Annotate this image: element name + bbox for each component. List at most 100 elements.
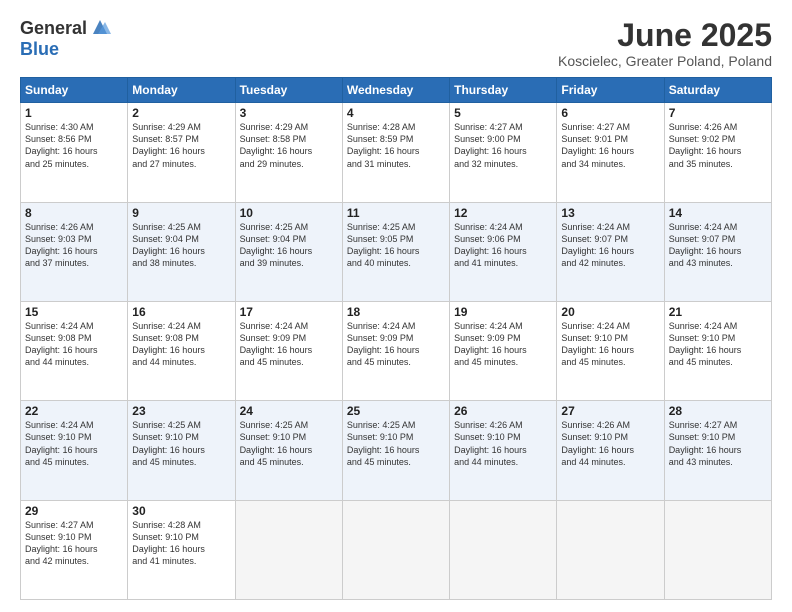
- day-info: Sunrise: 4:25 AM Sunset: 9:04 PM Dayligh…: [132, 221, 230, 270]
- table-row: 6Sunrise: 4:27 AM Sunset: 9:01 PM Daylig…: [557, 103, 664, 202]
- day-number: 5: [454, 106, 552, 120]
- col-thursday: Thursday: [450, 78, 557, 103]
- day-number: 28: [669, 404, 767, 418]
- table-row: 18Sunrise: 4:24 AM Sunset: 9:09 PM Dayli…: [342, 301, 449, 400]
- logo: General Blue: [20, 18, 111, 60]
- day-number: 16: [132, 305, 230, 319]
- location-text: Koscielec, Greater Poland, Poland: [558, 53, 772, 69]
- table-row: 8Sunrise: 4:26 AM Sunset: 9:03 PM Daylig…: [21, 202, 128, 301]
- calendar-week-row: 22Sunrise: 4:24 AM Sunset: 9:10 PM Dayli…: [21, 401, 772, 500]
- col-tuesday: Tuesday: [235, 78, 342, 103]
- day-info: Sunrise: 4:25 AM Sunset: 9:04 PM Dayligh…: [240, 221, 338, 270]
- page: General Blue June 2025 Koscielec, Greate…: [0, 0, 792, 612]
- table-row: 25Sunrise: 4:25 AM Sunset: 9:10 PM Dayli…: [342, 401, 449, 500]
- day-info: Sunrise: 4:25 AM Sunset: 9:10 PM Dayligh…: [240, 419, 338, 468]
- calendar-week-row: 15Sunrise: 4:24 AM Sunset: 9:08 PM Dayli…: [21, 301, 772, 400]
- day-number: 25: [347, 404, 445, 418]
- day-number: 4: [347, 106, 445, 120]
- table-row: 10Sunrise: 4:25 AM Sunset: 9:04 PM Dayli…: [235, 202, 342, 301]
- day-info: Sunrise: 4:28 AM Sunset: 8:59 PM Dayligh…: [347, 121, 445, 170]
- day-number: 15: [25, 305, 123, 319]
- day-info: Sunrise: 4:24 AM Sunset: 9:06 PM Dayligh…: [454, 221, 552, 270]
- day-info: Sunrise: 4:26 AM Sunset: 9:10 PM Dayligh…: [454, 419, 552, 468]
- day-info: Sunrise: 4:24 AM Sunset: 9:10 PM Dayligh…: [669, 320, 767, 369]
- table-row: 30Sunrise: 4:28 AM Sunset: 9:10 PM Dayli…: [128, 500, 235, 599]
- month-year-title: June 2025: [558, 18, 772, 53]
- day-info: Sunrise: 4:25 AM Sunset: 9:10 PM Dayligh…: [347, 419, 445, 468]
- table-row: [235, 500, 342, 599]
- day-number: 21: [669, 305, 767, 319]
- table-row: 3Sunrise: 4:29 AM Sunset: 8:58 PM Daylig…: [235, 103, 342, 202]
- day-number: 27: [561, 404, 659, 418]
- day-info: Sunrise: 4:29 AM Sunset: 8:57 PM Dayligh…: [132, 121, 230, 170]
- table-row: 24Sunrise: 4:25 AM Sunset: 9:10 PM Dayli…: [235, 401, 342, 500]
- day-number: 22: [25, 404, 123, 418]
- day-number: 26: [454, 404, 552, 418]
- col-wednesday: Wednesday: [342, 78, 449, 103]
- day-number: 3: [240, 106, 338, 120]
- table-row: 15Sunrise: 4:24 AM Sunset: 9:08 PM Dayli…: [21, 301, 128, 400]
- day-number: 11: [347, 206, 445, 220]
- day-number: 18: [347, 305, 445, 319]
- day-number: 12: [454, 206, 552, 220]
- day-info: Sunrise: 4:25 AM Sunset: 9:05 PM Dayligh…: [347, 221, 445, 270]
- day-number: 8: [25, 206, 123, 220]
- table-row: 1Sunrise: 4:30 AM Sunset: 8:56 PM Daylig…: [21, 103, 128, 202]
- table-row: 16Sunrise: 4:24 AM Sunset: 9:08 PM Dayli…: [128, 301, 235, 400]
- day-number: 14: [669, 206, 767, 220]
- col-friday: Friday: [557, 78, 664, 103]
- col-saturday: Saturday: [664, 78, 771, 103]
- day-info: Sunrise: 4:27 AM Sunset: 9:10 PM Dayligh…: [669, 419, 767, 468]
- day-info: Sunrise: 4:24 AM Sunset: 9:10 PM Dayligh…: [561, 320, 659, 369]
- calendar-week-row: 1Sunrise: 4:30 AM Sunset: 8:56 PM Daylig…: [21, 103, 772, 202]
- table-row: 21Sunrise: 4:24 AM Sunset: 9:10 PM Dayli…: [664, 301, 771, 400]
- day-info: Sunrise: 4:24 AM Sunset: 9:09 PM Dayligh…: [347, 320, 445, 369]
- day-info: Sunrise: 4:24 AM Sunset: 9:08 PM Dayligh…: [25, 320, 123, 369]
- day-info: Sunrise: 4:24 AM Sunset: 9:08 PM Dayligh…: [132, 320, 230, 369]
- day-number: 9: [132, 206, 230, 220]
- day-number: 17: [240, 305, 338, 319]
- day-number: 30: [132, 504, 230, 518]
- day-info: Sunrise: 4:29 AM Sunset: 8:58 PM Dayligh…: [240, 121, 338, 170]
- table-row: 7Sunrise: 4:26 AM Sunset: 9:02 PM Daylig…: [664, 103, 771, 202]
- day-info: Sunrise: 4:24 AM Sunset: 9:07 PM Dayligh…: [561, 221, 659, 270]
- table-row: 9Sunrise: 4:25 AM Sunset: 9:04 PM Daylig…: [128, 202, 235, 301]
- table-row: 23Sunrise: 4:25 AM Sunset: 9:10 PM Dayli…: [128, 401, 235, 500]
- table-row: 29Sunrise: 4:27 AM Sunset: 9:10 PM Dayli…: [21, 500, 128, 599]
- table-row: 12Sunrise: 4:24 AM Sunset: 9:06 PM Dayli…: [450, 202, 557, 301]
- day-number: 19: [454, 305, 552, 319]
- calendar-week-row: 29Sunrise: 4:27 AM Sunset: 9:10 PM Dayli…: [21, 500, 772, 599]
- table-row: 17Sunrise: 4:24 AM Sunset: 9:09 PM Dayli…: [235, 301, 342, 400]
- day-info: Sunrise: 4:30 AM Sunset: 8:56 PM Dayligh…: [25, 121, 123, 170]
- col-monday: Monday: [128, 78, 235, 103]
- day-info: Sunrise: 4:28 AM Sunset: 9:10 PM Dayligh…: [132, 519, 230, 568]
- table-row: [342, 500, 449, 599]
- day-number: 29: [25, 504, 123, 518]
- day-info: Sunrise: 4:27 AM Sunset: 9:00 PM Dayligh…: [454, 121, 552, 170]
- logo-blue-text: Blue: [20, 39, 59, 60]
- table-row: [450, 500, 557, 599]
- day-number: 2: [132, 106, 230, 120]
- logo-icon: [89, 18, 111, 36]
- day-info: Sunrise: 4:24 AM Sunset: 9:10 PM Dayligh…: [25, 419, 123, 468]
- table-row: 14Sunrise: 4:24 AM Sunset: 9:07 PM Dayli…: [664, 202, 771, 301]
- day-info: Sunrise: 4:26 AM Sunset: 9:10 PM Dayligh…: [561, 419, 659, 468]
- col-sunday: Sunday: [21, 78, 128, 103]
- calendar-header-row: Sunday Monday Tuesday Wednesday Thursday…: [21, 78, 772, 103]
- day-number: 10: [240, 206, 338, 220]
- table-row: 22Sunrise: 4:24 AM Sunset: 9:10 PM Dayli…: [21, 401, 128, 500]
- table-row: 28Sunrise: 4:27 AM Sunset: 9:10 PM Dayli…: [664, 401, 771, 500]
- table-row: 2Sunrise: 4:29 AM Sunset: 8:57 PM Daylig…: [128, 103, 235, 202]
- day-number: 7: [669, 106, 767, 120]
- logo-general-text: General: [20, 18, 87, 39]
- calendar-week-row: 8Sunrise: 4:26 AM Sunset: 9:03 PM Daylig…: [21, 202, 772, 301]
- day-info: Sunrise: 4:24 AM Sunset: 9:09 PM Dayligh…: [454, 320, 552, 369]
- table-row: 13Sunrise: 4:24 AM Sunset: 9:07 PM Dayli…: [557, 202, 664, 301]
- day-number: 13: [561, 206, 659, 220]
- table-row: 26Sunrise: 4:26 AM Sunset: 9:10 PM Dayli…: [450, 401, 557, 500]
- calendar-table: Sunday Monday Tuesday Wednesday Thursday…: [20, 77, 772, 600]
- table-row: 4Sunrise: 4:28 AM Sunset: 8:59 PM Daylig…: [342, 103, 449, 202]
- day-info: Sunrise: 4:25 AM Sunset: 9:10 PM Dayligh…: [132, 419, 230, 468]
- day-info: Sunrise: 4:27 AM Sunset: 9:10 PM Dayligh…: [25, 519, 123, 568]
- table-row: 27Sunrise: 4:26 AM Sunset: 9:10 PM Dayli…: [557, 401, 664, 500]
